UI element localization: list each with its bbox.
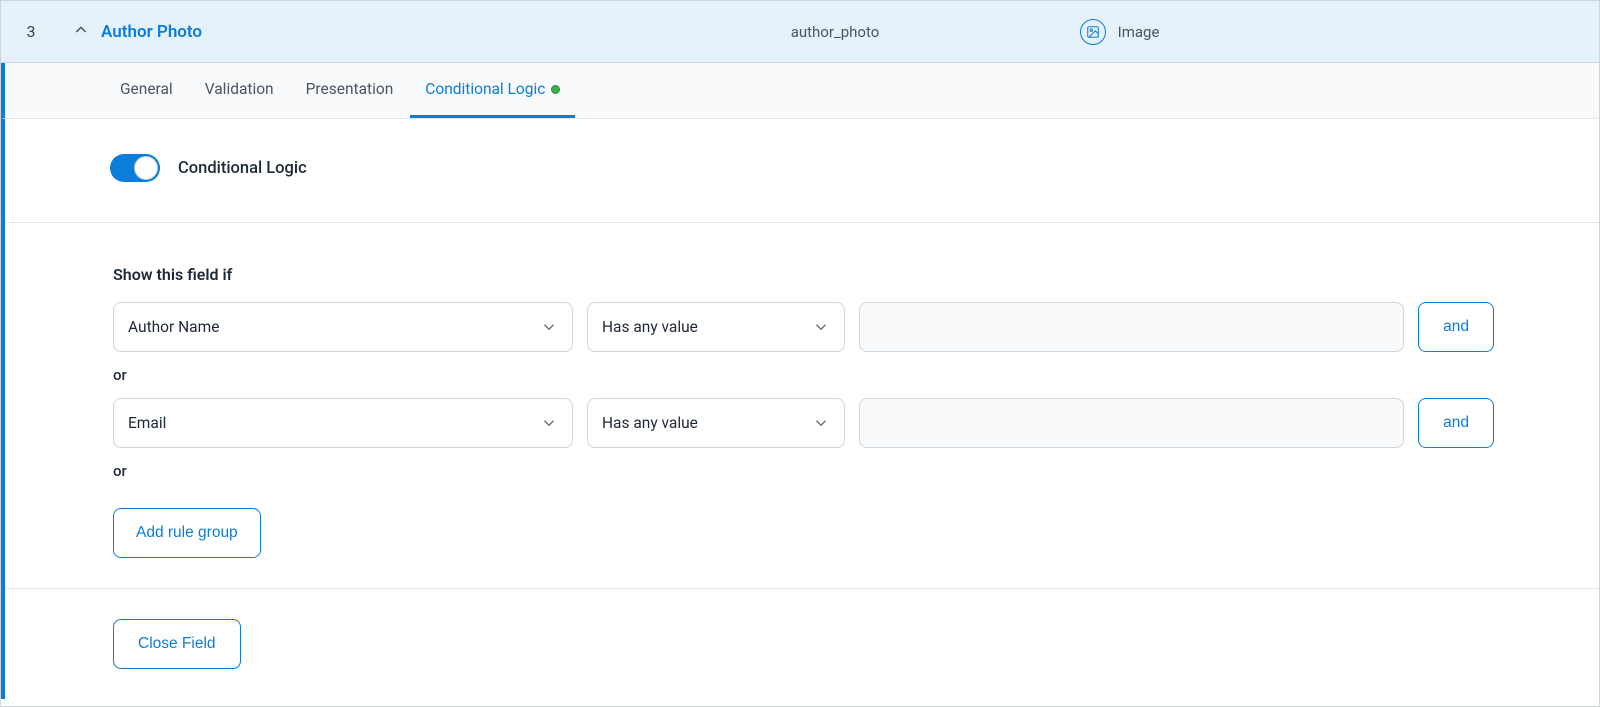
rule-value-input[interactable] (859, 398, 1404, 448)
tab-general[interactable]: General (105, 63, 188, 118)
tab-validation[interactable]: Validation (190, 63, 289, 118)
rule-field-select[interactable]: Author Name (113, 302, 573, 352)
rule-operator-value: Has any value (602, 318, 698, 336)
tab-presentation[interactable]: Presentation (291, 63, 409, 118)
field-name: author_photo (590, 23, 1079, 41)
add-rule-group-button[interactable]: Add rule group (113, 508, 261, 558)
rule-field-value: Email (128, 414, 166, 432)
chevron-up-icon (73, 22, 89, 42)
or-separator: or (113, 462, 1494, 480)
active-indicator-icon (551, 85, 560, 94)
close-field-button[interactable]: Close Field (113, 619, 241, 669)
field-order: 3 (1, 22, 61, 41)
image-type-icon (1080, 19, 1106, 45)
conditional-logic-toggle[interactable] (110, 154, 160, 182)
tab-conditional-logic-label: Conditional Logic (425, 80, 545, 98)
rule-row: Email Has any value and (113, 398, 1494, 448)
chevron-down-icon (812, 318, 830, 336)
chevron-down-icon (540, 318, 558, 336)
and-button[interactable]: and (1418, 302, 1494, 352)
rule-operator-value: Has any value (602, 414, 698, 432)
and-button[interactable]: and (1418, 398, 1494, 448)
field-tabs: General Validation Presentation Conditio… (1, 63, 1599, 119)
rules-heading: Show this field if (113, 265, 1494, 284)
field-type: Image (1080, 19, 1569, 45)
rule-operator-select[interactable]: Has any value (587, 302, 845, 352)
collapse-button[interactable] (61, 22, 101, 42)
rule-value-input[interactable] (859, 302, 1404, 352)
toggle-knob (134, 156, 158, 180)
rule-field-value: Author Name (128, 318, 219, 336)
or-separator: or (113, 366, 1494, 384)
rule-operator-select[interactable]: Has any value (587, 398, 845, 448)
chevron-down-icon (812, 414, 830, 432)
rule-row: Author Name Has any value and (113, 302, 1494, 352)
tab-conditional-logic[interactable]: Conditional Logic (410, 63, 575, 118)
field-type-label: Image (1118, 23, 1160, 41)
chevron-down-icon (540, 414, 558, 432)
field-label[interactable]: Author Photo (101, 22, 590, 42)
field-header: 3 Author Photo author_photo Image (1, 1, 1599, 63)
rule-field-select[interactable]: Email (113, 398, 573, 448)
conditional-logic-toggle-label: Conditional Logic (178, 159, 307, 178)
